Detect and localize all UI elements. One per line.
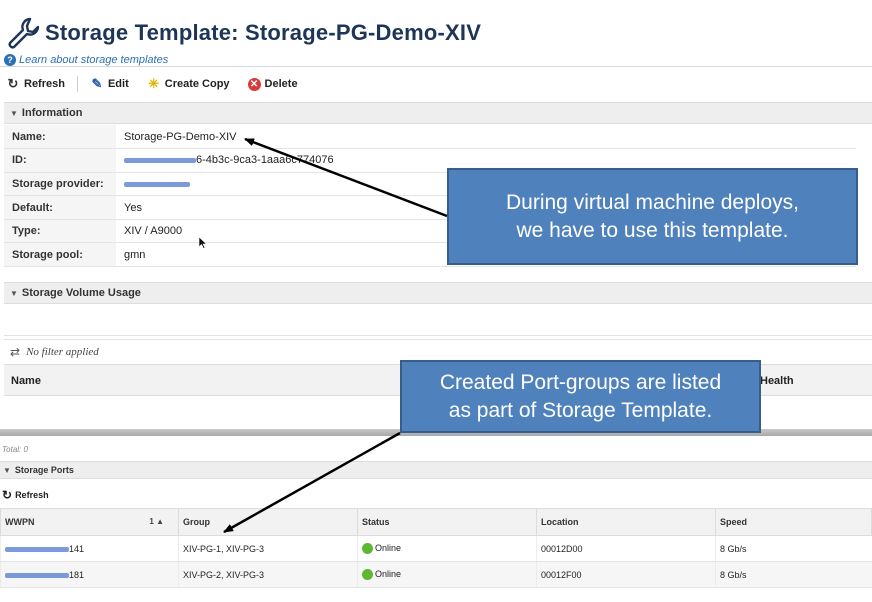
info-label: Storage pool: bbox=[4, 242, 116, 268]
column-header-status[interactable]: Status bbox=[357, 508, 537, 536]
column-header-health[interactable]: Health bbox=[760, 375, 794, 387]
redaction-mark bbox=[5, 546, 69, 552]
storage-ports-section-title: Storage Ports bbox=[14, 465, 74, 475]
ports-header-row: WWPN 1 ▲ Group Status Location Speed bbox=[0, 508, 872, 536]
divider bbox=[0, 66, 872, 67]
column-header-location[interactable]: Location bbox=[536, 508, 716, 536]
cell-wwpn: 181 bbox=[0, 561, 179, 588]
wwpn-suffix: 141 bbox=[69, 543, 85, 554]
wrench-icon bbox=[8, 17, 40, 49]
page-title: Storage Template: Storage-PG-Demo-XIV bbox=[45, 20, 482, 45]
status-online-icon bbox=[362, 543, 373, 555]
cell-status: Online bbox=[357, 561, 537, 588]
volume-usage-section-header[interactable]: ▼ Storage Volume Usage bbox=[4, 282, 872, 304]
info-value-id-text: 6-4b3c-9ca3-1aaa6c774076 bbox=[196, 154, 334, 167]
refresh-label: Refresh bbox=[24, 78, 65, 90]
help-link[interactable]: ? Learn about storage templates bbox=[4, 53, 168, 67]
callout-text-line: During virtual machine deploys, bbox=[506, 190, 799, 214]
cell-speed: 8 Gb/s bbox=[715, 535, 872, 562]
cell-wwpn: 141 bbox=[0, 535, 179, 562]
wwpn-suffix: 181 bbox=[69, 569, 85, 580]
info-label: ID: bbox=[4, 148, 116, 173]
filter-text: No filter applied bbox=[26, 345, 99, 358]
toolbar-separator bbox=[76, 76, 78, 92]
column-header-label: WWPN bbox=[5, 517, 35, 527]
status-text: Online bbox=[375, 542, 402, 553]
info-label: Name: bbox=[4, 125, 116, 150]
refresh-icon: ↻ bbox=[2, 488, 13, 502]
table-row[interactable]: 181 XIV-PG-2, XIV-PG-3 Online 00012F00 8… bbox=[0, 561, 872, 588]
callout-text-line: as part of Storage Template. bbox=[448, 398, 713, 422]
delete-button[interactable]: ✕ Delete bbox=[247, 77, 298, 91]
cell-group: XIV-PG-2, XIV-PG-3 bbox=[178, 561, 358, 588]
callout-text-line: Created Port-groups are listed bbox=[439, 370, 722, 394]
help-icon: ? bbox=[4, 54, 16, 66]
info-label: Storage provider: bbox=[4, 172, 116, 197]
ports-refresh-button[interactable]: ↻ Refresh bbox=[2, 488, 49, 502]
cell-status: Online bbox=[357, 535, 537, 562]
callout-port-groups: Created Port-groups are listed as part o… bbox=[400, 360, 761, 433]
collapse-caret-icon: ▼ bbox=[3, 465, 11, 475]
pencil-icon: ✎ bbox=[91, 76, 103, 91]
sparkle-icon: ✳ bbox=[148, 76, 160, 91]
edit-button[interactable]: ✎ Edit bbox=[90, 76, 129, 91]
volume-usage-section-title: Storage Volume Usage bbox=[21, 287, 141, 299]
refresh-button[interactable]: ↻ Refresh bbox=[6, 76, 65, 91]
info-value-name: Storage-PG-Demo-XIV bbox=[116, 125, 856, 150]
information-section-title: Information bbox=[21, 107, 83, 119]
create-copy-label: Create Copy bbox=[164, 78, 230, 90]
mouse-cursor-icon bbox=[199, 237, 207, 249]
create-copy-button[interactable]: ✳ Create Copy bbox=[147, 76, 230, 91]
info-row-name: Name: Storage-PG-Demo-XIV bbox=[4, 125, 856, 150]
cell-group: XIV-PG-1, XIV-PG-3 bbox=[178, 535, 358, 562]
status-text: Online bbox=[375, 568, 402, 579]
title-row: Storage Template: Storage-PG-Demo-XIV bbox=[0, 10, 872, 54]
delete-label: Delete bbox=[264, 78, 298, 90]
callout-deploy-template: During virtual machine deploys, we have … bbox=[447, 168, 858, 265]
cell-location: 00012F00 bbox=[536, 561, 716, 588]
redaction-mark bbox=[5, 572, 69, 578]
info-label: Type: bbox=[4, 219, 116, 244]
edit-label: Edit bbox=[107, 78, 129, 90]
storage-ports-section-header[interactable]: ▼ Storage Ports bbox=[0, 461, 872, 479]
ports-refresh-label: Refresh bbox=[15, 490, 49, 500]
refresh-icon: ↻ bbox=[7, 76, 19, 91]
toolbar: ↻ Refresh ✎ Edit ✳ Create Copy ✕ Delete bbox=[6, 74, 316, 94]
column-header-name[interactable]: Name bbox=[11, 375, 41, 387]
collapse-caret-icon: ▼ bbox=[10, 288, 18, 298]
delete-icon: ✕ bbox=[247, 77, 261, 91]
information-section-header[interactable]: ▼ Information bbox=[4, 102, 872, 124]
info-label: Default: bbox=[4, 195, 116, 220]
callout-text-line: we have to use this template. bbox=[516, 218, 789, 242]
filter-icon: ⇄ bbox=[10, 344, 21, 359]
volume-usage-body bbox=[4, 304, 872, 336]
storage-ports-table: WWPN 1 ▲ Group Status Location Speed 141… bbox=[0, 508, 872, 588]
sort-indicator[interactable]: 1 ▲ bbox=[149, 517, 164, 526]
status-online-icon bbox=[362, 569, 373, 581]
column-header-speed[interactable]: Speed bbox=[715, 508, 872, 536]
collapse-caret-icon: ▼ bbox=[10, 108, 18, 118]
help-link-label: Learn about storage templates bbox=[19, 54, 169, 66]
total-count: Total: 0 bbox=[2, 445, 28, 454]
cell-speed: 8 Gb/s bbox=[715, 561, 872, 588]
table-row[interactable]: 141 XIV-PG-1, XIV-PG-3 Online 00012D00 8… bbox=[0, 535, 872, 562]
redaction-mark bbox=[124, 157, 196, 163]
redaction-mark bbox=[124, 181, 190, 187]
column-header-group[interactable]: Group bbox=[178, 508, 358, 536]
cell-location: 00012D00 bbox=[536, 535, 716, 562]
column-header-wwpn[interactable]: WWPN 1 ▲ bbox=[0, 508, 179, 536]
